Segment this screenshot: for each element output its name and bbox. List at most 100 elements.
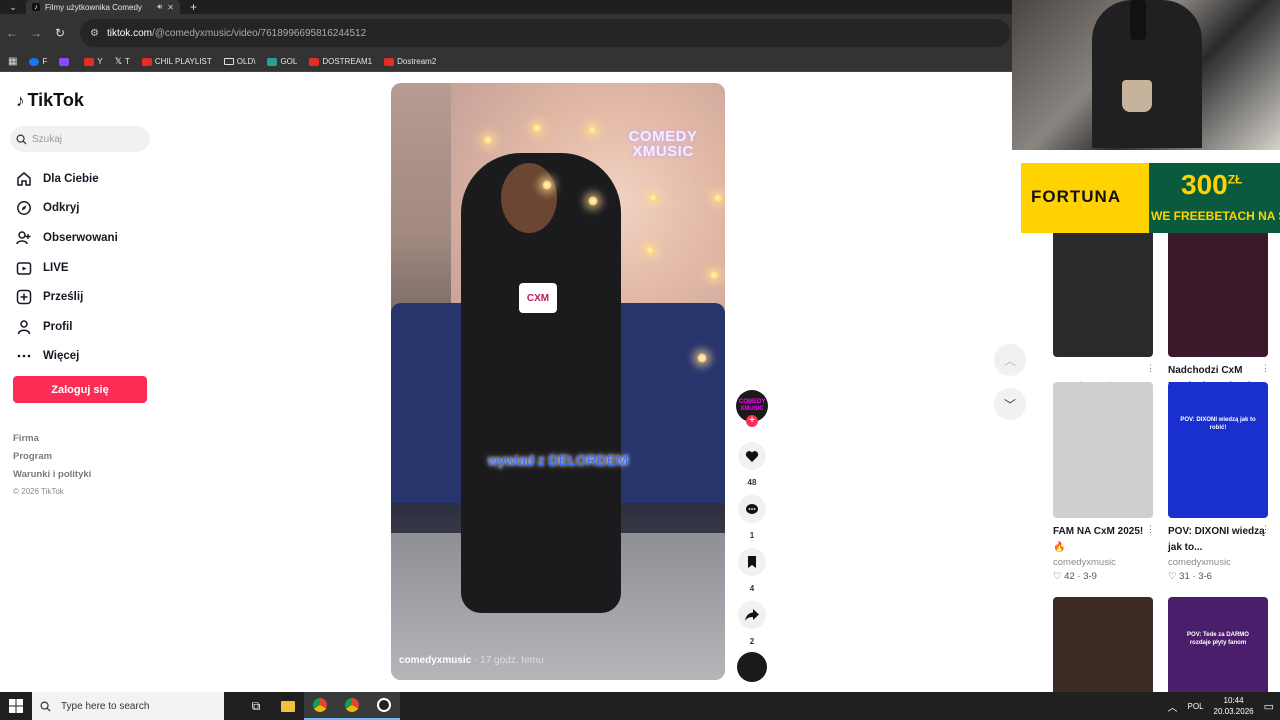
tab-search-chevron-icon[interactable]: ⌄ — [0, 0, 26, 14]
apps-grid-icon[interactable]: ▦ — [8, 56, 17, 67]
bookmark-label: CHIL PLAYLIST — [154, 57, 212, 66]
share-button[interactable]: 2 — [736, 601, 768, 646]
light-bulb — [587, 125, 597, 135]
next-video-button[interactable]: ﹀ — [994, 388, 1026, 420]
chrome-profile-icon[interactable] — [304, 692, 336, 720]
sidebar-item-prze-lij[interactable]: Prześlij — [16, 282, 118, 312]
tray-chevron-up-icon[interactable]: ︿ — [1168, 699, 1178, 714]
url-input[interactable]: ⚙︎ tiktok.com/@comedyxmusic/video/761899… — [80, 19, 1010, 47]
bookmark-label: DOSTREAM1 — [322, 57, 373, 66]
new-tab-icon[interactable]: + — [190, 0, 197, 14]
related-video-time: 3-6 — [1198, 571, 1212, 582]
clock-time: 10:44 — [1223, 696, 1244, 705]
chrome-icon[interactable] — [336, 692, 368, 720]
bookmark-item[interactable]: F — [29, 57, 47, 66]
bookmark-item[interactable] — [59, 57, 72, 66]
previous-video-button[interactable]: ︿ — [994, 344, 1026, 376]
sidebar-item-obserwowani[interactable]: Obserwowani — [16, 223, 118, 253]
footer-links: Firma Program Warunki i polityki © 2026 … — [13, 430, 91, 500]
related-video-card[interactable]: POV: DIXONI wiedzą jak to robić! POV: DIX… — [1168, 382, 1278, 584]
sidebar-item-label: Obserwowani — [43, 231, 118, 244]
browser-tab[interactable]: ♪ Filmy użytkownika Comedy 🔊︎ ✕ — [26, 0, 180, 14]
avatar-text: COMEDY XMUSIC — [739, 399, 766, 412]
video-author[interactable]: comedyxmusic — [399, 655, 471, 666]
video-thumbnail[interactable]: POV: DIXONI wiedzą jak to robić! — [1168, 382, 1268, 518]
video-thumbnail[interactable]: POV: Tede za DARMO rozdaje płyty fanom — [1168, 597, 1268, 692]
task-view-icon[interactable]: ⧉ — [240, 692, 272, 720]
tab-close-icon[interactable]: ✕ — [167, 3, 174, 12]
video-time: · 17 godz. temu — [471, 655, 544, 666]
sidebar-item-profil[interactable]: Profil — [16, 312, 118, 342]
more-options-icon[interactable]: ⋮ — [1146, 524, 1155, 535]
bookmark-item[interactable]: OLD\ — [223, 57, 255, 66]
start-button[interactable] — [0, 692, 32, 720]
related-video-title[interactable]: FAM NA CxM 2025! 🔥 — [1053, 524, 1153, 556]
footer-link-terms[interactable]: Warunki i polityki — [13, 466, 91, 484]
light-bulb — [645, 245, 655, 255]
file-explorer-icon[interactable] — [272, 692, 304, 720]
related-video-author[interactable]: comedyxmusic — [1053, 556, 1163, 570]
forward-icon[interactable]: → — [24, 26, 48, 40]
heart-icon — [745, 450, 759, 462]
related-video-card[interactable]: FAM NA CxM 2025! 🔥 ⋮ comedyxmusic ♡ 42 · 3-… — [1053, 382, 1163, 584]
profile-icon — [16, 319, 32, 335]
bookmark-icon — [748, 556, 756, 568]
music-disc[interactable] — [736, 652, 768, 682]
sidebar-item-label: Dla Ciebie — [43, 172, 99, 185]
youtube-icon — [84, 57, 95, 66]
login-button[interactable]: Zaloguj się — [13, 376, 147, 403]
video-thumbnail[interactable] — [1053, 382, 1153, 518]
video-player[interactable]: COMEDY XMUSIC CXM wywiad z DELORDEM come… — [391, 83, 725, 680]
like-button[interactable]: 48 — [736, 442, 768, 487]
more-options-icon[interactable]: ⋮ — [1261, 524, 1270, 535]
speaker-icon[interactable]: 🔊︎ — [157, 2, 162, 12]
comment-button[interactable]: 1 — [736, 495, 768, 540]
bookmark-item[interactable]: CHIL PLAYLIST — [141, 57, 212, 66]
tiktok-page: ♪ TikTok Szukaj Dla Ciebie Odkryj Obserwow… — [0, 72, 1026, 692]
search-icon — [16, 134, 27, 145]
youtube-icon — [384, 57, 395, 66]
bookmark-item[interactable]: Dostream2 — [384, 57, 436, 66]
related-video-card[interactable]: ⋮comedyxmusic♡ 3846 · 2 dn. temu — [1053, 233, 1163, 407]
site-info-icon[interactable]: ⚙︎ — [90, 28, 99, 39]
more-options-icon[interactable]: ⋮ — [1146, 363, 1155, 374]
more-icon — [16, 348, 32, 364]
bookmark-item[interactable]: GOL — [267, 57, 297, 66]
save-button[interactable]: 4 — [736, 548, 768, 593]
sidebar-item-odkryj[interactable]: Odkryj — [16, 194, 118, 224]
related-video-card[interactable] — [1053, 597, 1163, 692]
reload-icon[interactable]: ↻ — [48, 26, 72, 40]
more-options-icon[interactable]: ⋮ — [1261, 363, 1270, 374]
windows-logo-icon — [9, 699, 23, 713]
back-icon[interactable]: ← — [0, 26, 24, 40]
language-indicator[interactable]: POL — [1188, 702, 1204, 711]
video-thumbnail[interactable] — [1053, 233, 1153, 357]
video-thumbnail[interactable] — [1168, 233, 1268, 357]
sidebar-item-wi-cej[interactable]: Więcej — [16, 342, 118, 372]
related-video-card[interactable]: POV: Tede za DARMO rozdaje płyty fanom — [1168, 597, 1278, 692]
youtube-icon — [141, 57, 152, 66]
bookmark-item[interactable]: 𝕏T — [115, 56, 130, 67]
bookmark-item[interactable]: DOSTREAM1 — [309, 57, 372, 66]
sidebar-item-dla-ciebie[interactable]: Dla Ciebie — [16, 164, 118, 194]
tiktok-logo[interactable]: ♪ TikTok — [16, 90, 84, 111]
taskbar-search-input[interactable]: Type here to search — [32, 692, 224, 720]
footer-link-company[interactable]: Firma — [13, 430, 91, 448]
video-thumbnail[interactable] — [1053, 597, 1153, 692]
bookmark-item[interactable]: Y — [84, 57, 103, 66]
related-video-title[interactable]: POV: DIXONI wiedzą jak to... — [1168, 524, 1268, 556]
sidebar-item-live[interactable]: LIVE — [16, 253, 118, 283]
separator: · — [1189, 571, 1199, 582]
ad-currency: ZŁ — [1227, 172, 1243, 187]
fortuna-ad-banner: FORTUNA 300ZŁ WE FREEBETACH NA STA — [1021, 163, 1280, 233]
footer-link-program[interactable]: Program — [13, 448, 91, 466]
tiktok-favicon-icon: ♪ — [32, 3, 40, 11]
clock[interactable]: 10:44 20.03.2026 — [1214, 695, 1254, 717]
related-video-author[interactable]: comedyxmusic — [1168, 556, 1278, 570]
notification-icon[interactable]: ▭ — [1264, 700, 1274, 713]
search-input[interactable]: Szukaj — [10, 126, 150, 152]
obs-icon[interactable] — [368, 692, 400, 720]
twitch-icon — [59, 57, 70, 66]
follow-plus-icon[interactable]: + — [746, 415, 758, 427]
author-avatar[interactable]: COMEDY XMUSIC + — [736, 390, 768, 427]
